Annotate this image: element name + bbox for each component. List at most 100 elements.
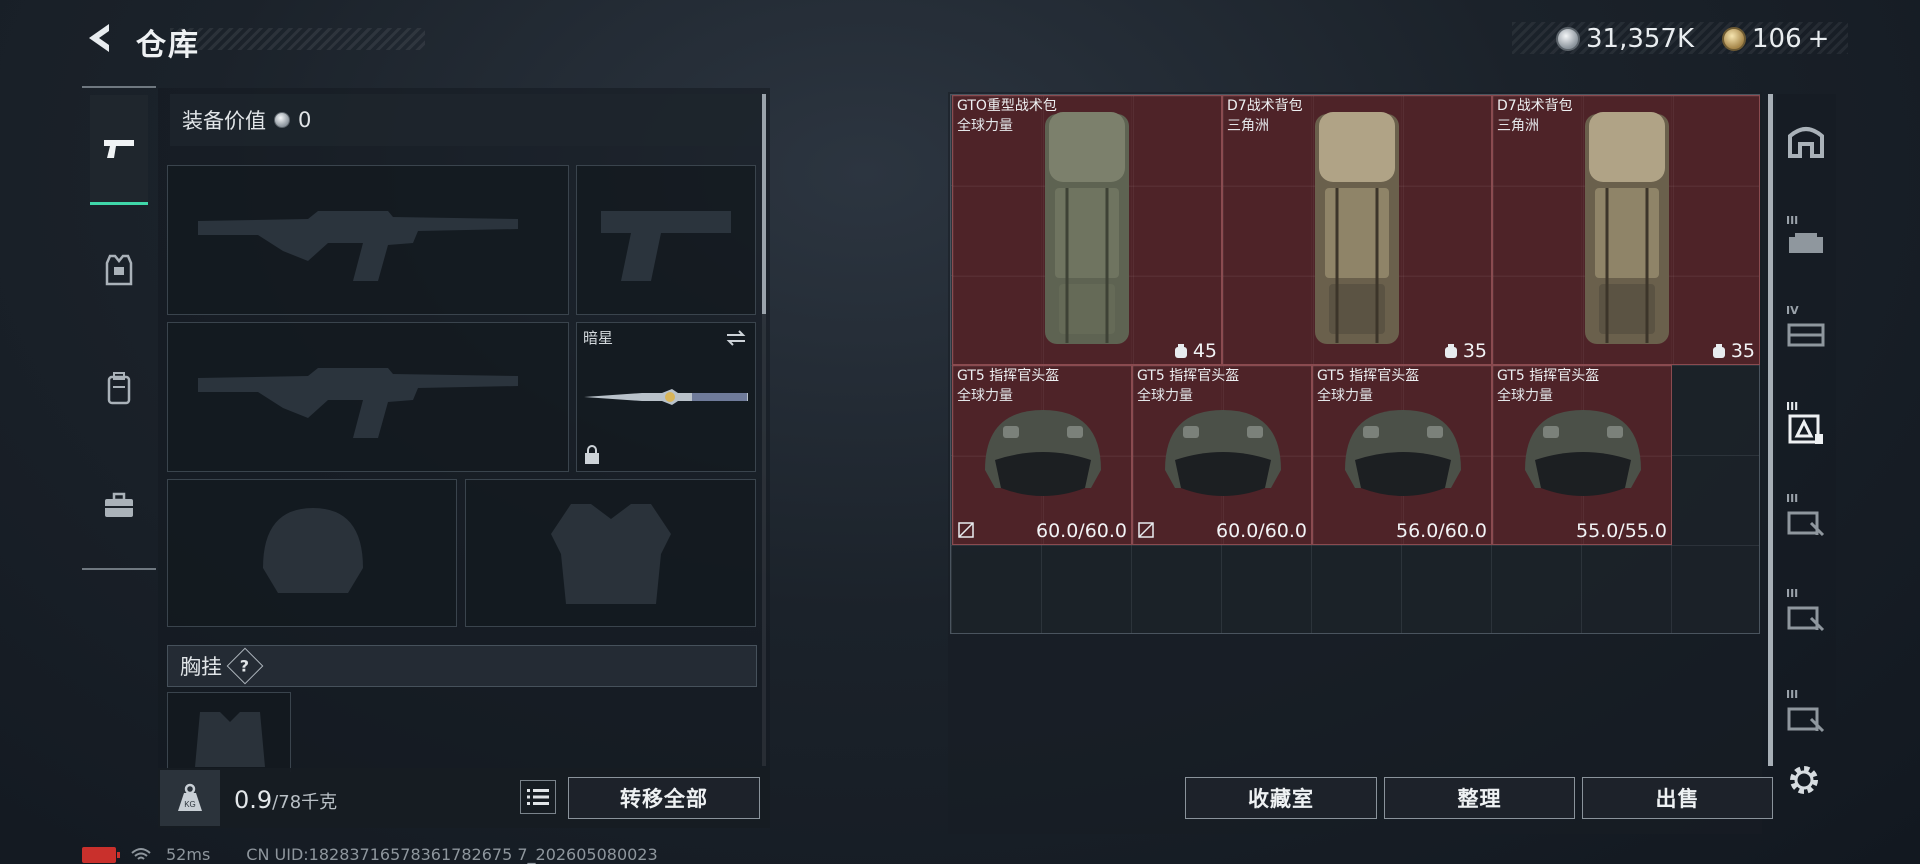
item-durability: 55.0/55.0 (1575, 520, 1667, 542)
item-capacity: 45 (1174, 340, 1217, 362)
chest-rig-slot[interactable] (167, 692, 291, 772)
rifle-silhouette-icon (198, 368, 518, 438)
secondary-weapon-slot[interactable] (167, 322, 569, 472)
capacity-icon (1444, 344, 1457, 358)
chest-rig-header: 胸挂 ? (167, 645, 757, 687)
sell-button[interactable]: 出售 (1582, 777, 1773, 819)
pistol-silhouette-icon (601, 211, 731, 281)
helmet-image-icon (1345, 410, 1461, 496)
add-currency-icon[interactable]: + (1808, 24, 1830, 54)
chest-rig-label: 胸挂 (180, 655, 222, 679)
swap-icon[interactable] (725, 329, 747, 347)
storage-item-backpack[interactable]: GTO重型战术包 全球力量 45 (952, 95, 1222, 365)
chest-rig-silhouette-icon (195, 712, 265, 767)
list-view-button[interactable] (520, 780, 556, 814)
lock-icon (585, 445, 599, 464)
helmet-image-icon (985, 410, 1101, 496)
storage-active-icon (1788, 414, 1823, 444)
briefcase-icon (105, 492, 133, 517)
settings-gear-icon[interactable] (1786, 762, 1822, 798)
storage-item-helmet[interactable]: GT5 指挥官头盔 全球力量 60.0/60.0 (1132, 365, 1312, 545)
category-case[interactable] (90, 450, 148, 560)
helmet-image-icon (1165, 410, 1281, 496)
tab-main-storage[interactable] (1780, 112, 1832, 168)
value-coin-icon (274, 112, 290, 128)
tab-storage-2[interactable]: III (1780, 212, 1832, 268)
pistol-slot[interactable] (576, 165, 756, 315)
pistol-icon (104, 139, 134, 158)
item-origin: 三角洲 (1227, 118, 1269, 134)
weight-readout: 0.9/78千克 (234, 786, 337, 814)
back-arrow-icon (89, 24, 109, 52)
storage-locked-icon (1787, 707, 1825, 733)
category-weapons[interactable] (90, 95, 148, 205)
weight-icon: KG (160, 770, 220, 826)
no-repair-icon (1138, 522, 1154, 538)
melee-name: 暗星 (583, 329, 614, 347)
silver-coin-icon (1556, 27, 1580, 51)
organize-button[interactable]: 整理 (1384, 777, 1575, 819)
equipment-value-bar: 装备价值 0 (170, 94, 760, 146)
item-origin: 全球力量 (957, 118, 1013, 134)
armor-silhouette-icon (551, 504, 671, 604)
backpack-image-icon (1045, 112, 1129, 344)
backpack-image-icon (1585, 112, 1669, 344)
gold-coin-icon (1722, 27, 1746, 51)
item-name: GT5 指挥官头盔 (1497, 368, 1600, 384)
gold-amount: 106 (1752, 24, 1802, 54)
capacity-icon (1174, 344, 1187, 358)
item-name: D7战术背包 (1497, 98, 1573, 114)
backpack-image-icon (1315, 112, 1399, 344)
back-button[interactable] (80, 18, 120, 58)
capacity-icon (1712, 344, 1725, 358)
collection-room-button[interactable]: 收藏室 (1185, 777, 1377, 819)
status-bar: 52ms CN UID:18283716578361782675 7_20260… (82, 845, 658, 864)
help-icon[interactable]: ? (226, 647, 264, 685)
warehouse-icon (1788, 127, 1824, 158)
backpack-icon (107, 372, 131, 405)
helmet-slot[interactable] (167, 479, 457, 627)
weight-capacity: /78千克 (272, 792, 338, 813)
item-name: GT5 指挥官头盔 (1137, 368, 1240, 384)
gold-currency[interactable]: 106 + (1722, 24, 1829, 54)
storage-item-backpack[interactable]: D7战术背包 三角洲 35 (1222, 95, 1492, 365)
melee-slot[interactable]: 暗星 (576, 322, 756, 472)
storage-locked-icon (1787, 511, 1825, 537)
category-backpack[interactable] (90, 333, 148, 443)
player-uid: CN UID:18283716578361782675 7_2026050800… (246, 845, 658, 864)
vest-icon (105, 254, 133, 286)
list-icon (527, 789, 549, 805)
item-durability: 56.0/60.0 (1395, 520, 1487, 542)
storage-item-helmet[interactable]: GT5 指挥官头盔 全球力量 55.0/55.0 (1492, 365, 1672, 545)
knife-icon (584, 389, 748, 405)
category-armor[interactable] (90, 215, 148, 325)
transfer-all-button[interactable]: 转移全部 (568, 777, 760, 819)
equipment-value: 0 (298, 108, 312, 132)
primary-weapon-slot[interactable] (167, 165, 569, 315)
item-durability: 60.0/60.0 (1035, 520, 1127, 542)
no-repair-icon (958, 522, 974, 538)
silver-amount: 31,357K (1586, 24, 1695, 54)
tab-storage-6[interactable]: III (1780, 585, 1832, 641)
header-stripe-decoration (170, 28, 425, 50)
storage-box-icon (1789, 233, 1823, 253)
storage-item-backpack[interactable]: D7战术背包 三角洲 35 (1492, 95, 1760, 365)
tab-storage-4-active[interactable]: III (1780, 398, 1832, 454)
battery-icon (82, 846, 120, 863)
ping-value: 52ms (166, 845, 211, 864)
helmet-image-icon (1525, 410, 1641, 496)
tab-storage-5[interactable]: III (1780, 490, 1832, 546)
item-name: D7战术背包 (1227, 98, 1303, 114)
storage-scrollbar[interactable] (1768, 94, 1773, 766)
rifle-silhouette-icon (198, 211, 518, 281)
armor-slot[interactable] (465, 479, 756, 627)
item-name: GT5 指挥官头盔 (1317, 368, 1420, 384)
equipment-scroll-thumb[interactable] (762, 94, 766, 314)
weight-value: 0.9 (234, 786, 273, 814)
tab-storage-7[interactable]: III (1780, 686, 1832, 742)
tab-storage-3[interactable]: IV (1780, 302, 1832, 358)
page-title: 仓库 (136, 28, 200, 63)
storage-item-helmet[interactable]: GT5 指挥官头盔 全球力量 56.0/60.0 (1312, 365, 1492, 545)
storage-item-helmet[interactable]: GT5 指挥官头盔 全球力量 60.0/60.0 (952, 365, 1132, 545)
item-origin: 三角洲 (1497, 118, 1539, 134)
